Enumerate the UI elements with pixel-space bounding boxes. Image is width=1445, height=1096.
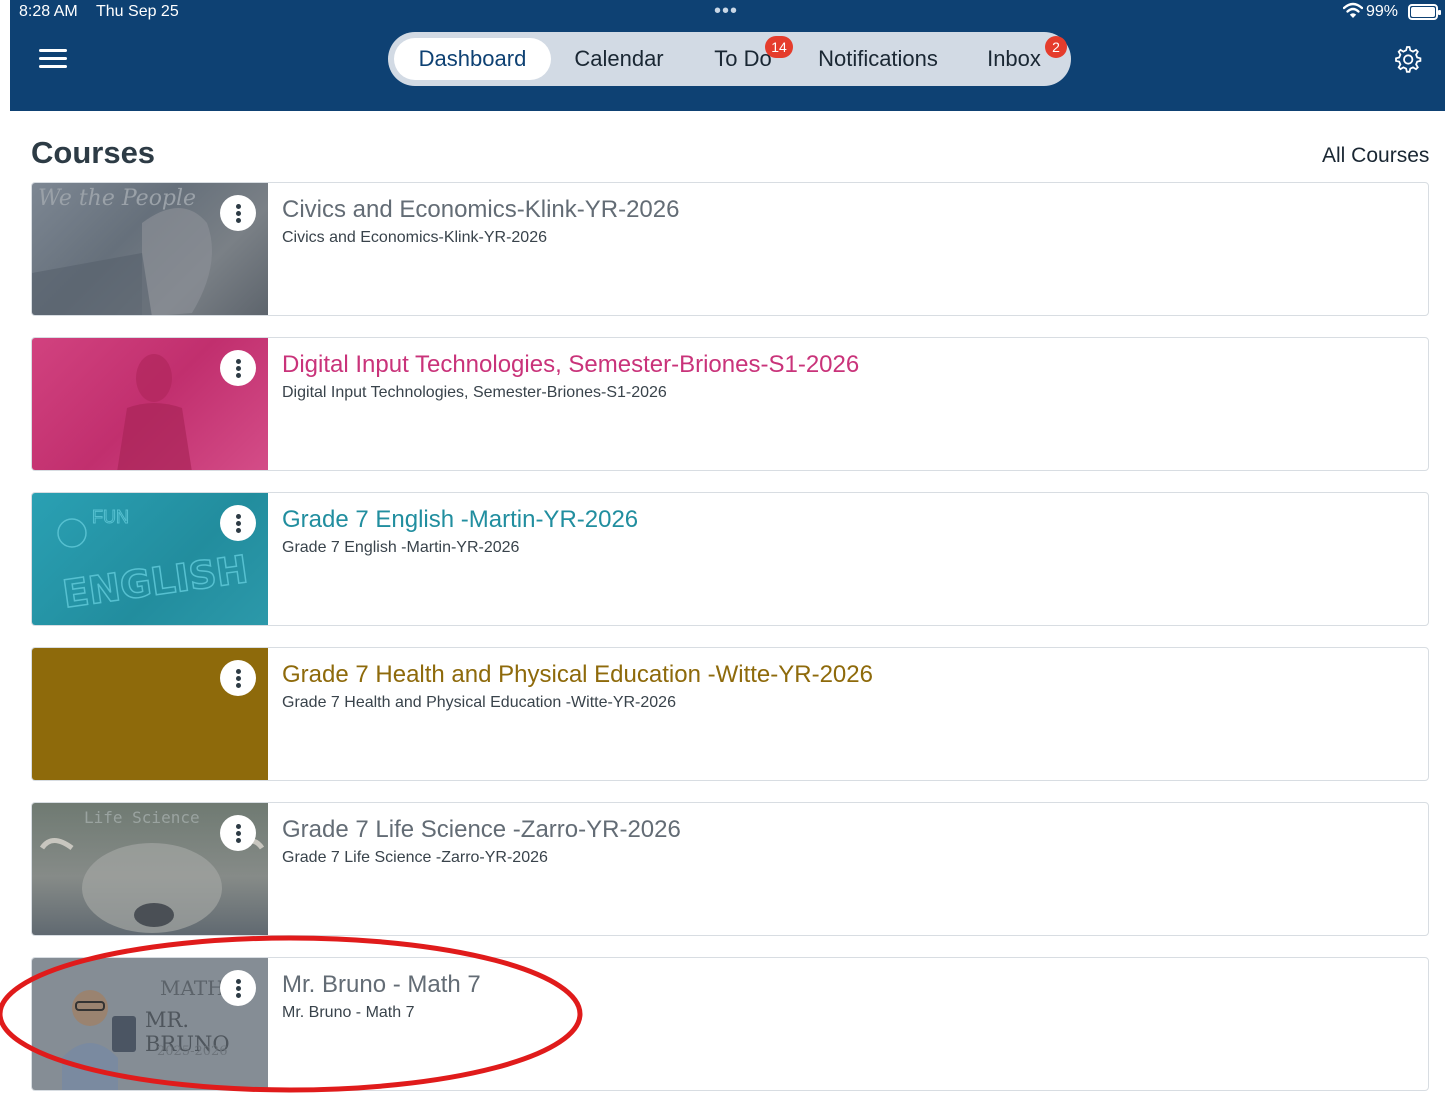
all-courses-link[interactable]: All Courses [1322, 144, 1429, 168]
status-date: Thu Sep 25 [96, 3, 179, 20]
course-image: MATH 7 MR. BRUNO 2025-2026 [32, 958, 268, 1090]
course-title: Digital Input Technologies, Semester-Bri… [282, 351, 860, 378]
course-options-icon[interactable] [220, 195, 256, 231]
course-card[interactable]: ENGLISH FUN Grade 7 English -Martin-YR-2… [31, 492, 1429, 626]
course-card[interactable]: Life Science Grade 7 Life Science -Zarro… [31, 802, 1429, 936]
course-options-icon[interactable] [220, 970, 256, 1006]
tab-notifications[interactable]: Notifications [803, 38, 953, 80]
status-bar: 8:28 AM Thu Sep 25 ••• 99% [0, 0, 1445, 26]
course-card[interactable]: Digital Input Technologies, Semester-Bri… [31, 337, 1429, 471]
inbox-count-badge: 2 [1045, 36, 1067, 58]
course-subtitle: Mr. Bruno - Math 7 [282, 1004, 415, 1021]
course-image: ENGLISH FUN [32, 493, 268, 625]
dashboard-tab-bar: Dashboard Calendar To Do 14 Notification… [388, 32, 1071, 86]
course-title: Mr. Bruno - Math 7 [282, 971, 481, 998]
course-card[interactable]: Grade 7 Health and Physical Education -W… [31, 647, 1429, 781]
course-image [32, 648, 268, 780]
course-options-icon[interactable] [220, 505, 256, 541]
course-card[interactable]: MATH 7 MR. BRUNO 2025-2026 Mr. Bruno - M… [31, 957, 1429, 1091]
course-image-label: Life Science [84, 808, 200, 827]
battery-icon [1408, 4, 1441, 20]
course-options-icon[interactable] [220, 660, 256, 696]
course-subtitle: Digital Input Technologies, Semester-Bri… [282, 384, 667, 401]
course-title: Grade 7 English -Martin-YR-2026 [282, 506, 639, 533]
course-subtitle: Grade 7 English -Martin-YR-2026 [282, 539, 520, 556]
course-image [32, 338, 268, 470]
course-card[interactable]: We the People Civics and Economics-Klink… [31, 182, 1429, 316]
course-subtitle: Civics and Economics-Klink-YR-2026 [282, 229, 547, 246]
course-subtitle: Grade 7 Life Science -Zarro-YR-2026 [282, 849, 548, 866]
course-options-icon[interactable] [220, 815, 256, 851]
multitasking-dots-icon[interactable]: ••• [714, 0, 738, 23]
todo-count-badge: 14 [765, 36, 793, 58]
courses-heading: Courses [31, 135, 156, 170]
course-title: Civics and Economics-Klink-YR-2026 [282, 196, 680, 223]
battery-percentage: 99% [1366, 3, 1399, 20]
hamburger-icon[interactable] [39, 49, 67, 69]
svg-text:FUN: FUN [92, 507, 129, 527]
course-image-line-3: 2025-2026 [157, 1044, 228, 1059]
wifi-icon [1343, 2, 1363, 18]
tab-calendar[interactable]: Calendar [560, 38, 678, 80]
course-options-icon[interactable] [220, 350, 256, 386]
gear-icon[interactable] [1392, 44, 1422, 74]
course-image: Life Science [32, 803, 268, 935]
tab-dashboard[interactable]: Dashboard [394, 38, 551, 80]
status-time: 8:28 AM [19, 3, 78, 20]
course-title: Grade 7 Life Science -Zarro-YR-2026 [282, 816, 681, 843]
svg-text:ENGLISH: ENGLISH [60, 547, 251, 617]
course-subtitle: Grade 7 Health and Physical Education -W… [282, 694, 676, 711]
course-title: Grade 7 Health and Physical Education -W… [282, 661, 873, 688]
tab-inbox[interactable]: Inbox [978, 38, 1050, 80]
course-image: We the People [32, 183, 268, 315]
svg-text:We the People: We the People [38, 186, 196, 211]
